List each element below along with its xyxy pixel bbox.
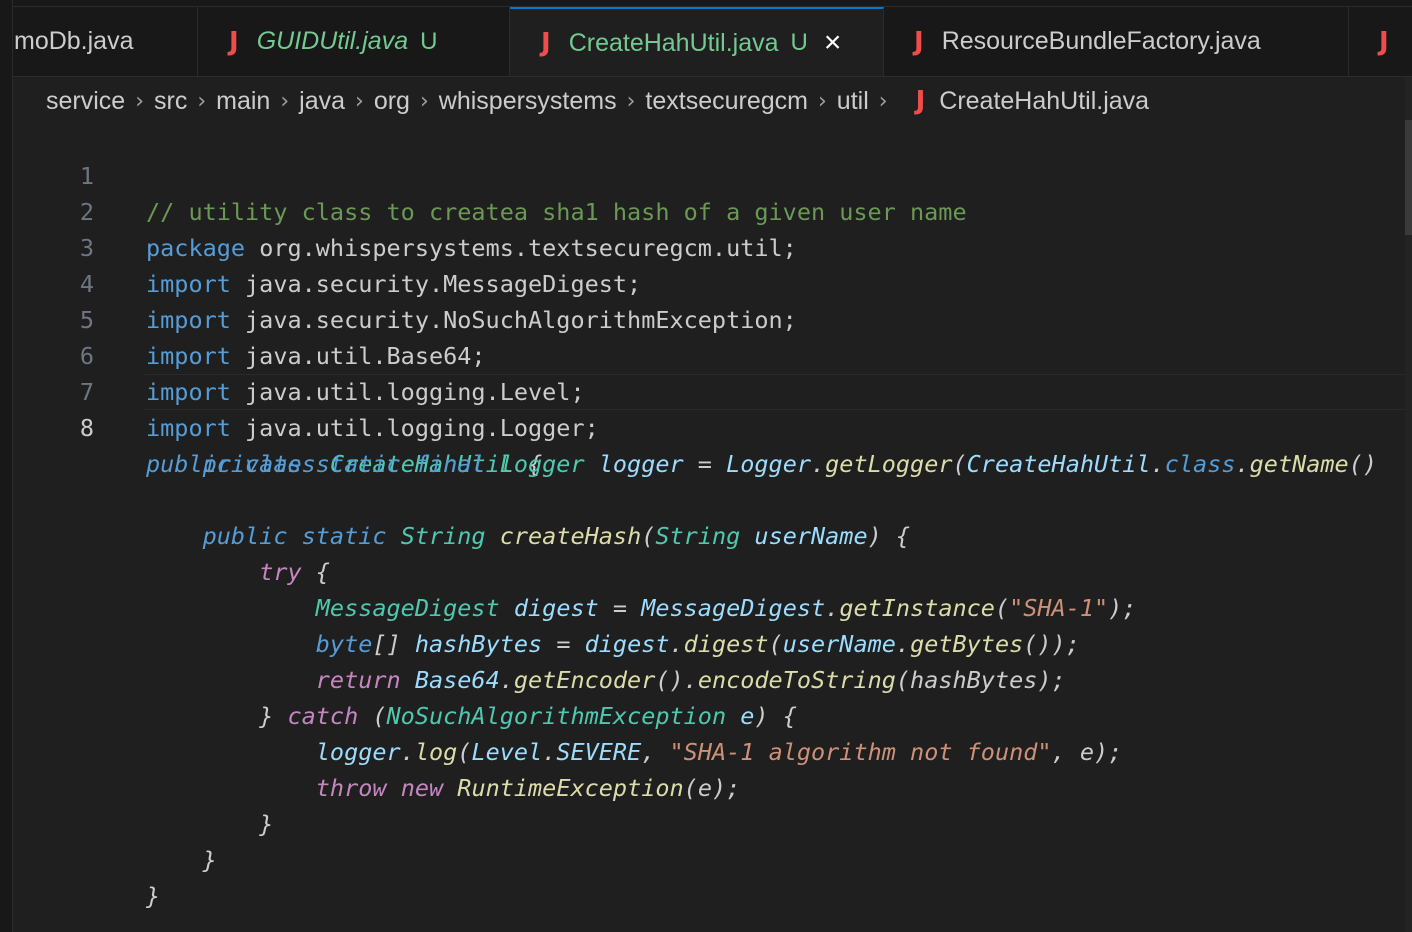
code-line: private static final Logger logger = Log… [13, 410, 1412, 478]
scrollbar-thumb[interactable] [1405, 120, 1412, 235]
code-text: } [146, 882, 161, 910]
code-editor[interactable]: 1 // utility class to createa sha1 hash … [13, 122, 1412, 932]
java-file-icon: J [1379, 26, 1389, 57]
chevron-right-icon: › [817, 88, 827, 114]
untracked-status-badge: U [790, 29, 808, 56]
tab-resourcebundlefactory[interactable]: J ResourceBundleFactory.java [884, 7, 1349, 76]
code-line: byte[] hashBytes = digest.digest(userNam… [13, 590, 1412, 658]
breadcrumb: service › src › main › java › org › whis… [13, 78, 1412, 124]
breadcrumb-item[interactable]: org [374, 87, 410, 116]
keyword: private static final [202, 450, 486, 478]
code-line: logger.log(Level.SEVERE, "SHA-1 algorith… [13, 698, 1412, 766]
code-text: . [1235, 450, 1250, 478]
tab-createhahutil[interactable]: J CreateHahUtil.java U × [510, 7, 884, 76]
code-text: . [1150, 450, 1165, 478]
code-line-current: 8 public class CreateHahUtil { [13, 374, 1412, 478]
chevron-right-icon: › [135, 88, 144, 114]
code-text: ( [952, 450, 967, 478]
code-line: } [13, 770, 1412, 838]
breadcrumb-item[interactable]: textsecuregcm [645, 87, 808, 116]
activity-edge [0, 0, 13, 932]
keyword: class [1164, 450, 1236, 478]
chevron-right-icon: › [878, 88, 888, 114]
chevron-right-icon: › [280, 88, 290, 114]
tab-bar-top-border [13, 0, 1412, 7]
tab-label: GUIDUtil.java [256, 27, 409, 55]
breadcrumb-item[interactable]: whispersystems [439, 87, 617, 116]
code-line: 7 import java.util.logging.Logger; [13, 338, 1412, 442]
code-line: } [13, 806, 1412, 874]
code-line: 5 import java.util.Base64; [13, 266, 1412, 370]
function: getName [1249, 450, 1349, 478]
java-file-icon: J [915, 86, 926, 116]
type: Logger [499, 450, 585, 478]
tab-label: CreateHahUtil.java [568, 28, 779, 57]
code-line: public static String createHash(String u… [13, 482, 1412, 550]
tab-overflow[interactable]: J [1349, 7, 1412, 76]
breadcrumb-item[interactable]: service [46, 87, 125, 116]
tab-guidutil[interactable]: J GUIDUtil.java U [198, 7, 510, 76]
java-file-icon: J [914, 26, 924, 57]
code-line: throw new RuntimeException(e); [13, 734, 1412, 802]
breadcrumb-item[interactable]: src [154, 87, 187, 116]
code-text: () [1348, 450, 1377, 478]
code-line: MessageDigest digest = MessageDigest.get… [13, 554, 1412, 622]
untracked-status-badge: U [420, 27, 438, 55]
breadcrumb-item[interactable]: util [837, 87, 869, 116]
chevron-right-icon: › [626, 88, 636, 114]
tab-label: moDb.java [14, 27, 134, 55]
code-line: 6 import java.util.logging.Level; [13, 302, 1412, 406]
chevron-right-icon: › [419, 88, 429, 114]
class-ref: Logger [726, 450, 811, 478]
chevron-right-icon: › [197, 88, 207, 114]
code-line: 2 package org.whispersystems.textsecureg… [13, 158, 1412, 262]
chevron-right-icon: › [355, 88, 364, 114]
line-content: } [146, 878, 160, 914]
code-text: . [811, 450, 826, 478]
line-content: private static final Logger logger = Log… [146, 446, 1377, 482]
close-icon[interactable]: × [824, 28, 842, 58]
class-ref: CreateHahUtil [966, 450, 1151, 478]
code-line: 3 import java.security.MessageDigest; [13, 194, 1412, 298]
code-line: return Base64.getEncoder().encodeToStrin… [13, 626, 1412, 694]
breadcrumb-item[interactable]: main [216, 87, 270, 116]
variable: logger [598, 450, 684, 478]
code-line: } [13, 842, 1412, 910]
tab-label: ResourceBundleFactory.java [941, 27, 1261, 55]
code-line: 4 import java.security.NoSuchAlgorithmEx… [13, 230, 1412, 334]
function: getLogger [825, 450, 953, 478]
code-text: = [683, 450, 727, 478]
breadcrumb-item[interactable]: java [299, 87, 345, 116]
java-file-icon: J [229, 26, 239, 57]
vscode-window: moDb.java J GUIDUtil.java U J CreateHahU… [0, 0, 1412, 932]
code-line: try { [13, 518, 1412, 586]
editor-tab-bar: moDb.java J GUIDUtil.java U J CreateHahU… [13, 0, 1412, 77]
code-line: } catch (NoSuchAlgorithmException e) { [13, 662, 1412, 730]
java-file-icon: J [541, 28, 551, 58]
tab-modb[interactable]: moDb.java [13, 7, 198, 76]
breadcrumb-file[interactable]: CreateHahUtil.java [939, 87, 1149, 116]
code-line: 1 // utility class to createa sha1 hash … [13, 122, 1412, 226]
